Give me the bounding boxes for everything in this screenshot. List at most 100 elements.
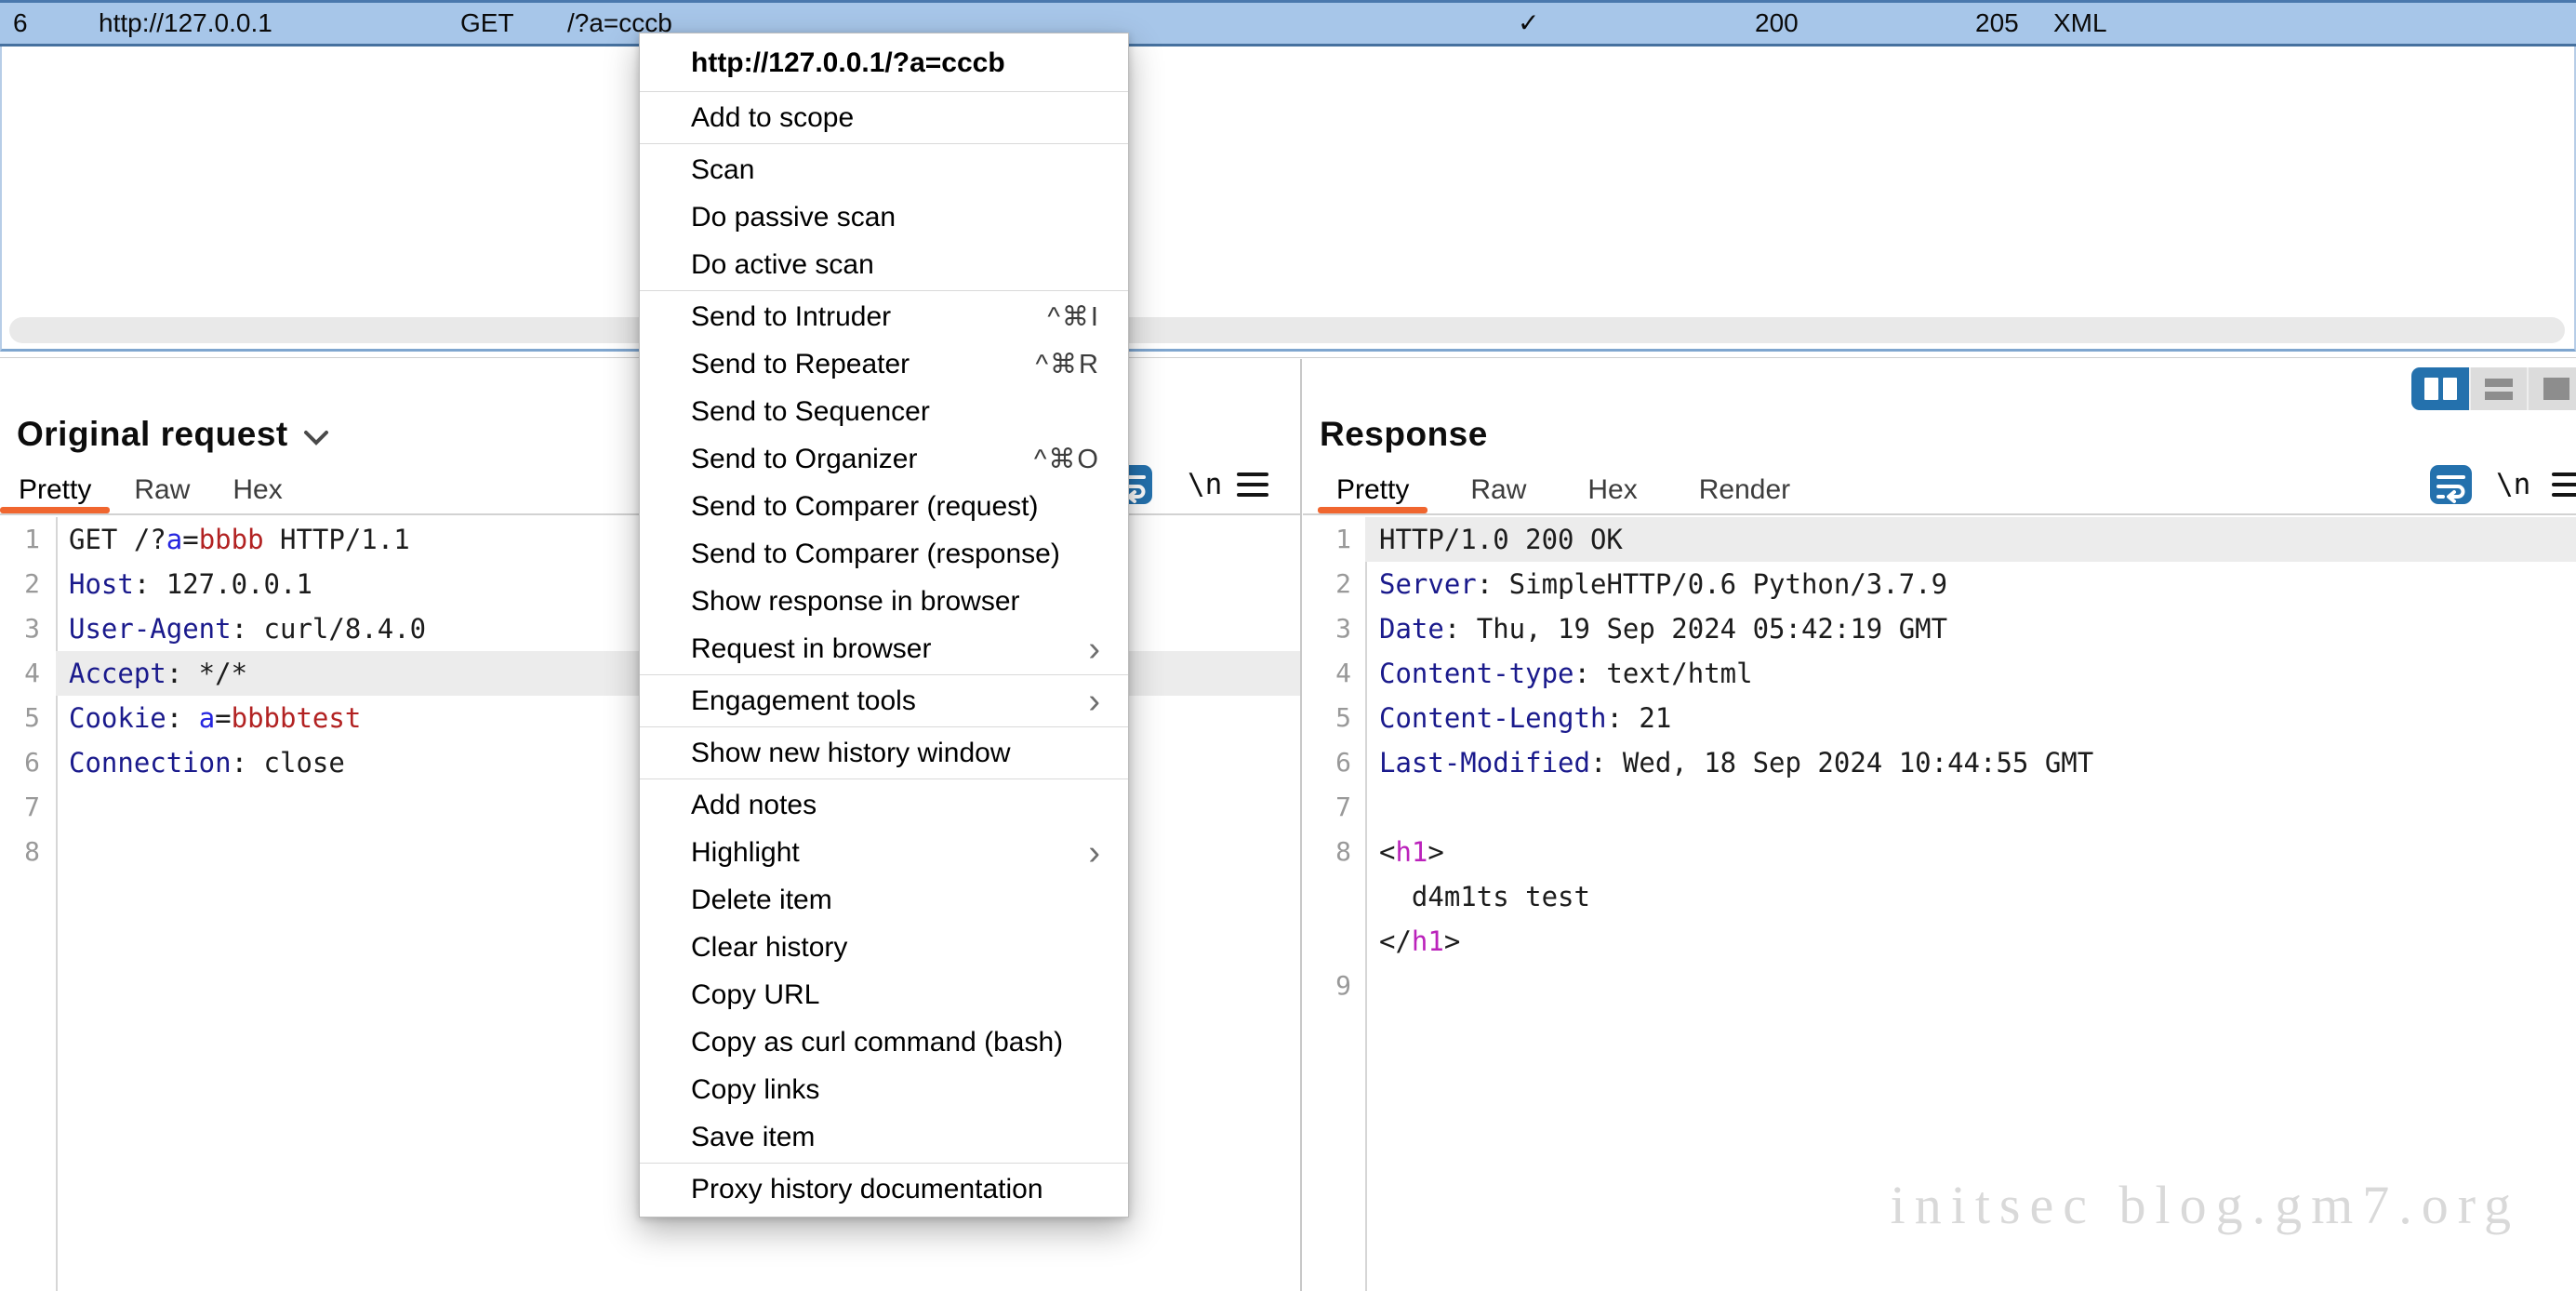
- menu-separator: [640, 1163, 1128, 1164]
- response-title-row: Response: [1320, 413, 1488, 456]
- menu-item-add-notes[interactable]: Add notes: [640, 781, 1128, 829]
- line-number: 9: [1303, 964, 1365, 1008]
- history-table-body[interactable]: [0, 47, 2576, 352]
- menu-separator: [640, 726, 1128, 727]
- menu-item-shortcut: ^⌘R: [1035, 348, 1100, 380]
- code-text: Accept: */*: [56, 651, 247, 696]
- code-line: 8<h1>: [1303, 830, 2576, 874]
- menu-item-highlight[interactable]: Highlight›: [640, 829, 1128, 876]
- code-text: Content-Length: 21: [1365, 696, 1671, 740]
- menu-item-send-to-repeater[interactable]: Send to Repeater ^⌘R: [640, 340, 1128, 388]
- code-line: 5Content-Length: 21: [1303, 696, 2576, 740]
- show-newlines-toggle[interactable]: \n: [1188, 468, 1222, 501]
- line-number: 8: [1303, 830, 1365, 874]
- menu-item-label: Send to Repeater: [691, 349, 910, 380]
- code-text: Host: 127.0.0.1: [56, 562, 312, 606]
- code-text: Connection: close: [56, 740, 345, 785]
- menu-item-label: Send to Sequencer: [691, 396, 930, 428]
- panel-splitter[interactable]: [1300, 359, 1302, 1291]
- menu-item-add-to-scope[interactable]: Add to scope: [640, 94, 1128, 141]
- menu-separator: [640, 91, 1128, 92]
- line-number: 7: [1303, 785, 1365, 830]
- history-table-row-selected[interactable]: 6 http://127.0.0.1 GET /?a=cccb ✓ 200 20…: [0, 0, 2576, 47]
- menu-item-clear-history[interactable]: Clear history: [640, 924, 1128, 971]
- code-text: Content-type: text/html: [1365, 651, 1753, 696]
- tab-hex[interactable]: Hex: [232, 469, 282, 514]
- row-length: 205: [1975, 3, 2019, 44]
- context-menu: http://127.0.0.1/?a=cccb Add to scope Sca…: [639, 33, 1129, 1218]
- menu-item-label: Add to scope: [691, 102, 854, 134]
- code-line: 1HTTP/1.0 200 OK: [1303, 517, 2576, 562]
- menu-item-delete-item[interactable]: Delete item: [640, 876, 1128, 924]
- menu-item-label: Send to Comparer (response): [691, 539, 1060, 570]
- menu-item-label: Copy URL: [691, 979, 819, 1011]
- watermark-text: initsec blog.gm7.org: [1891, 1174, 2520, 1236]
- tab-hex[interactable]: Hex: [1587, 469, 1637, 514]
- row-status-code: 200: [1755, 3, 1799, 44]
- menu-separator: [640, 674, 1128, 675]
- menu-item-scan[interactable]: Scan: [640, 146, 1128, 193]
- code-line: 6Last-Modified: Wed, 18 Sep 2024 10:44:5…: [1303, 740, 2576, 785]
- line-number: 6: [0, 740, 56, 785]
- menu-item-shortcut: ^⌘I: [1047, 300, 1100, 333]
- tab-raw[interactable]: Raw: [134, 469, 190, 514]
- menu-item-save-item[interactable]: Save item: [640, 1113, 1128, 1161]
- menu-item-do-active-scan[interactable]: Do active scan: [640, 241, 1128, 288]
- code-text: [1365, 964, 1379, 1008]
- menu-item-send-to-comparer-response[interactable]: Send to Comparer (response): [640, 530, 1128, 578]
- code-text: [56, 830, 69, 874]
- menu-item-label: Add notes: [691, 790, 817, 821]
- menu-item-label: Do active scan: [691, 249, 874, 281]
- code-text: Cookie: a=bbbbtest: [56, 696, 361, 740]
- menu-item-send-to-organizer[interactable]: Send to Organizer^⌘O: [640, 435, 1128, 483]
- layout-single-button[interactable]: [2527, 367, 2576, 410]
- menu-item-copy-links[interactable]: Copy links: [640, 1066, 1128, 1113]
- code-text: GET /?a=bbbb HTTP/1.1: [56, 517, 410, 562]
- menu-item-label: Save item: [691, 1122, 815, 1153]
- menu-item-copy-as-curl-command-bash[interactable]: Copy as curl command (bash): [640, 1018, 1128, 1066]
- menu-item-label: Copy links: [691, 1074, 819, 1106]
- menu-item-shortcut: ^⌘O: [1034, 443, 1100, 475]
- layout-columns-button[interactable]: [2411, 367, 2469, 410]
- menu-item-copy-url[interactable]: Copy URL: [640, 971, 1128, 1018]
- code-line: 9: [1303, 964, 2576, 1008]
- code-text: Last-Modified: Wed, 18 Sep 2024 10:44:55…: [1365, 740, 2093, 785]
- tab-pretty[interactable]: Pretty: [1336, 469, 1409, 514]
- line-number: 3: [0, 606, 56, 651]
- menu-item-show-new-history-window[interactable]: Show new history window: [640, 729, 1128, 777]
- horizontal-scrollbar[interactable]: [9, 317, 2565, 343]
- menu-item-send-to-comparer-request[interactable]: Send to Comparer (request): [640, 483, 1128, 530]
- line-number: 8: [0, 830, 56, 874]
- line-number: [1303, 919, 1365, 964]
- original-request-title-row[interactable]: Original request: [17, 413, 329, 456]
- burp-proxy-history-view: 6 http://127.0.0.1 GET /?a=cccb ✓ 200 20…: [0, 0, 2576, 1291]
- tab-pretty[interactable]: Pretty: [19, 469, 91, 514]
- tab-render[interactable]: Render: [1699, 469, 1790, 514]
- menu-item-label: Show new history window: [691, 738, 1011, 769]
- code-text: User-Agent: curl/8.4.0: [56, 606, 426, 651]
- line-number: 5: [1303, 696, 1365, 740]
- menu-item-request-in-browser[interactable]: Request in browser›: [640, 625, 1128, 672]
- layout-rows-button[interactable]: [2469, 367, 2527, 410]
- editor-menu-icon[interactable]: [1237, 472, 1268, 497]
- line-number: 1: [0, 517, 56, 562]
- context-menu-title: http://127.0.0.1/?a=cccb: [640, 37, 1128, 89]
- menu-item-proxy-history-documentation[interactable]: Proxy history documentation: [640, 1165, 1128, 1213]
- code-text: Server: SimpleHTTP/0.6 Python/3.7.9: [1365, 562, 1947, 606]
- line-number: [1303, 874, 1365, 919]
- editor-menu-icon[interactable]: [2552, 472, 2576, 497]
- panel-title: Original request: [17, 415, 288, 454]
- menu-item-send-to-intruder[interactable]: Send to Intruder^⌘I: [640, 293, 1128, 340]
- menu-item-label: Copy as curl command (bash): [691, 1027, 1063, 1058]
- menu-item-send-to-sequencer[interactable]: Send to Sequencer: [640, 388, 1128, 435]
- line-number: 7: [0, 785, 56, 830]
- menu-item-show-response-in-browser[interactable]: Show response in browser: [640, 578, 1128, 625]
- menu-item-label: Delete item: [691, 885, 832, 916]
- show-newlines-toggle[interactable]: \n: [2496, 468, 2530, 501]
- word-wrap-toggle-icon[interactable]: [2430, 465, 2472, 504]
- tab-raw[interactable]: Raw: [1470, 469, 1526, 514]
- response-tab-bar: Pretty Raw Hex Render: [1303, 470, 2576, 515]
- menu-item-engagement-tools[interactable]: Engagement tools›: [640, 677, 1128, 725]
- line-number: 5: [0, 696, 56, 740]
- menu-item-do-passive-scan[interactable]: Do passive scan: [640, 193, 1128, 241]
